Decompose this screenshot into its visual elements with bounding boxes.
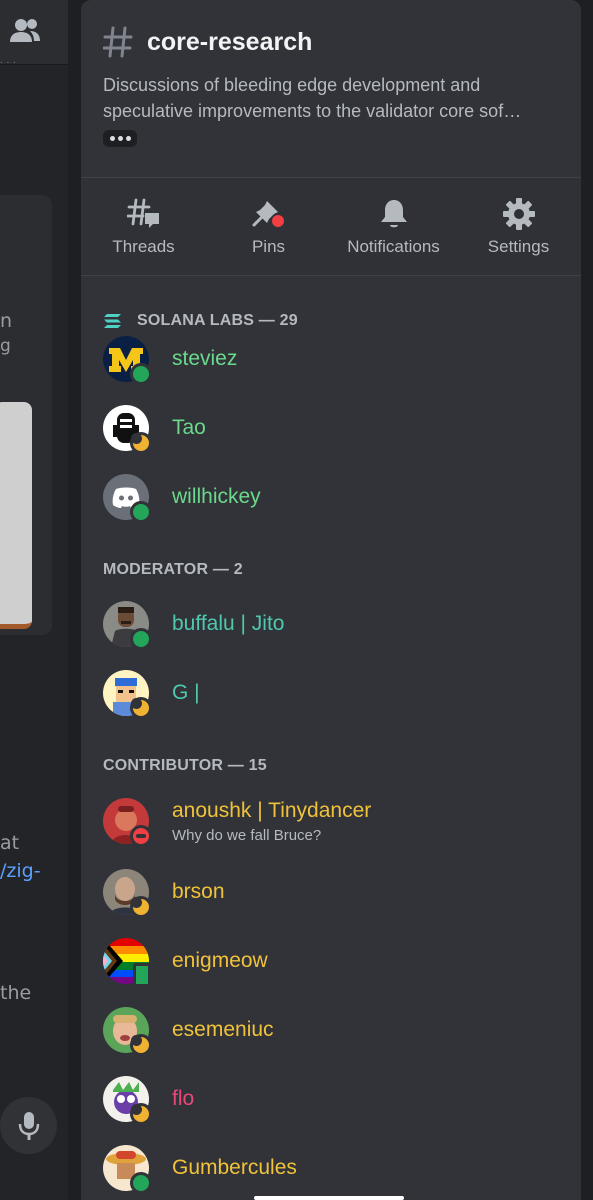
member-row[interactable]: brson [103, 857, 559, 926]
pin-icon [252, 200, 284, 227]
settings-button[interactable]: Settings [456, 178, 581, 275]
bell-icon [380, 199, 407, 227]
status-mobile-icon [133, 962, 151, 987]
status-idle-icon [130, 1102, 152, 1125]
member-row[interactable]: anoushk | Tinydancer Why do we fall Bruc… [103, 785, 559, 857]
pins-button[interactable]: Pins [206, 178, 331, 275]
truncated-text: · · · [0, 58, 16, 69]
solana-logo-icon [104, 314, 121, 328]
microphone-button[interactable] [0, 1097, 57, 1154]
more-button[interactable] [103, 130, 137, 147]
chat-link-fragment[interactable]: /zig- [0, 860, 41, 882]
hash-icon [103, 26, 133, 58]
threads-label: Threads [112, 236, 175, 256]
member-row[interactable]: willhickey [103, 462, 559, 531]
member-custom-status: Why do we fall Bruce? [172, 826, 322, 844]
notifications-label: Notifications [347, 236, 440, 256]
status-idle-icon [130, 1033, 152, 1056]
member-row[interactable]: enigmeow [103, 926, 559, 995]
threads-icon [126, 198, 159, 228]
notifications-button[interactable]: Notifications [331, 178, 456, 275]
chat-text-fragment: g [0, 336, 11, 356]
member-row[interactable]: esemeniuc [103, 995, 559, 1064]
members-icon[interactable] [8, 16, 42, 46]
chat-text-fragment: the [0, 982, 32, 1004]
member-name: G | [172, 680, 200, 704]
member-row[interactable]: G | [103, 658, 559, 727]
section-header-contributor: CONTRIBUTOR — 15 [103, 757, 267, 774]
member-name: Gumbercules [172, 1155, 297, 1179]
threads-button[interactable]: Threads [81, 178, 206, 275]
status-online-icon [130, 1171, 152, 1194]
member-name: enigmeow [172, 948, 268, 972]
status-online-icon [130, 627, 152, 650]
status-idle-icon [130, 895, 152, 918]
section-header-moderator: MODERATOR — 2 [103, 561, 243, 578]
channel-name: core-research [147, 27, 313, 56]
member-name: esemeniuc [172, 1017, 274, 1041]
settings-label: Settings [487, 236, 550, 256]
channel-topic[interactable]: Discussions of bleeding edge development… [103, 72, 563, 124]
microphone-icon [18, 1111, 39, 1140]
channel-header: core-research Discussions of bleeding ed… [81, 0, 581, 177]
chat-text-fragment: n [0, 310, 13, 332]
member-name: buffalu | Jito [172, 611, 285, 635]
member-name: brson [172, 879, 225, 903]
member-list: SOLANA LABS — 29 steviez Tao willhickey … [81, 312, 581, 1200]
gear-icon [502, 197, 535, 230]
member-row[interactable]: flo [103, 1064, 559, 1133]
member-row[interactable]: Tao [103, 393, 559, 462]
member-name: Tao [172, 415, 206, 439]
status-idle-icon [130, 696, 152, 719]
chat-text-fragment: at [0, 832, 20, 854]
member-row[interactable]: steviez [103, 324, 559, 393]
member-row[interactable]: Gumbercules [103, 1133, 559, 1200]
status-online-icon [130, 362, 152, 385]
home-indicator [254, 1196, 404, 1200]
member-name: flo [172, 1086, 195, 1110]
member-row[interactable]: buffalu | Jito [103, 589, 559, 658]
channel-actions: Threads Pins Notifications Settings [81, 178, 581, 276]
pins-label: Pins [251, 236, 286, 256]
member-name: willhickey [172, 484, 261, 508]
member-name: steviez [172, 346, 238, 370]
channel-info-panel: core-research Discussions of bleeding ed… [81, 0, 581, 1200]
status-online-icon [130, 500, 152, 523]
member-name: anoushk | Tinydancer [172, 798, 372, 822]
chat-header-strip: · · · [0, 0, 68, 69]
chat-image-thumbnail[interactable] [0, 402, 32, 629]
status-idle-icon [130, 431, 152, 454]
status-dnd-icon [130, 825, 152, 847]
